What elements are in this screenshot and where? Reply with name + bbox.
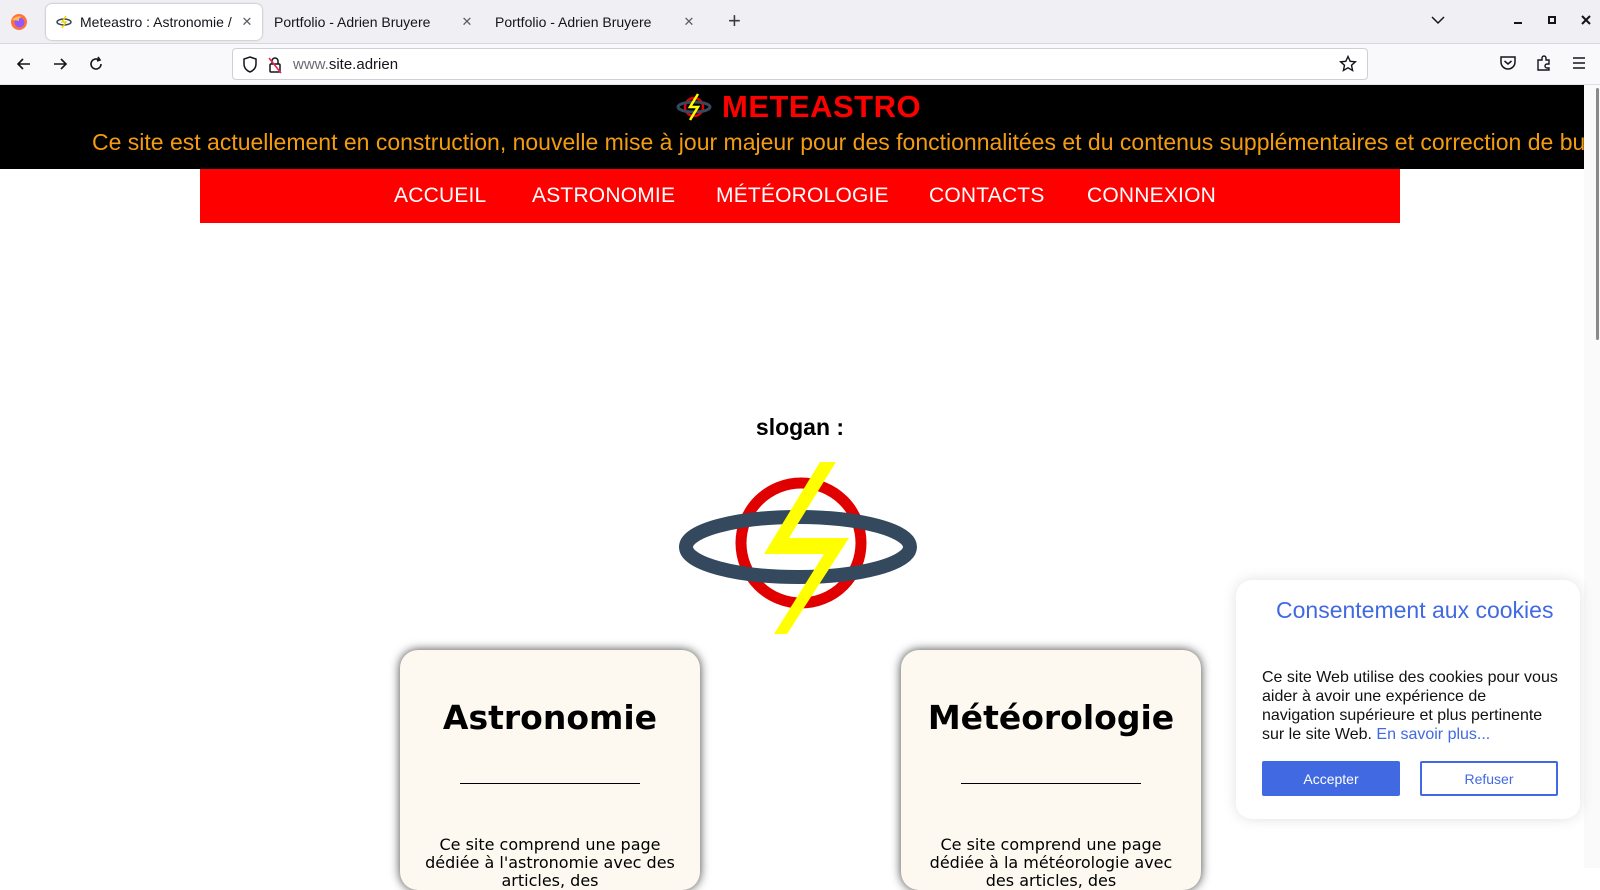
card-divider	[961, 783, 1141, 784]
url-text: www.site.adrien	[293, 56, 399, 73]
tab-meteastro[interactable]: Meteastro : Astronomie / Météorologie ✕	[46, 4, 262, 40]
close-icon[interactable]: ✕	[682, 14, 696, 30]
learn-more-link[interactable]: En savoir plus...	[1376, 726, 1490, 743]
plus-icon[interactable]: +	[728, 10, 741, 32]
tab-portfolio-2[interactable]: Portfolio - Adrien Bruyere ✕	[488, 4, 700, 40]
shield-icon[interactable]	[242, 56, 258, 74]
scrollbar-thumb[interactable]	[1596, 88, 1599, 340]
card-text: Ce site comprend une page dédiée à l'ast…	[425, 835, 675, 890]
menu-icon[interactable]	[1570, 54, 1588, 72]
refuse-button[interactable]: Refuser	[1420, 761, 1558, 796]
url-bar[interactable]: www.site.adrien	[232, 48, 1368, 80]
star-icon[interactable]	[1339, 55, 1357, 73]
pocket-icon[interactable]	[1499, 54, 1517, 72]
meteastro-big-logo	[679, 462, 917, 634]
brand-name: METEASTRO	[722, 89, 922, 124]
lock-warning-icon[interactable]	[267, 56, 283, 74]
nav-item-accueil[interactable]: ACCUEIL	[394, 184, 486, 208]
chevron-down-icon[interactable]	[1430, 12, 1446, 28]
brand[interactable]: METEASTRO	[676, 89, 921, 125]
announcement-marquee: Ce site est actuellement en construction…	[92, 129, 1600, 155]
card-astronomie[interactable]: Astronomie Ce site comprend une page déd…	[400, 650, 700, 890]
nav-item-contacts[interactable]: CONTACTS	[929, 184, 1045, 208]
card-meteorologie[interactable]: Météorologie Ce site comprend une page d…	[901, 650, 1201, 890]
extensions-icon[interactable]	[1535, 54, 1553, 72]
maximize-icon[interactable]	[1546, 14, 1558, 29]
forward-icon[interactable]	[50, 54, 70, 74]
tab-label: Portfolio - Adrien Bruyere	[274, 14, 431, 30]
accept-button[interactable]: Accepter	[1262, 761, 1400, 796]
browser-tab-bar: Meteastro : Astronomie / Météorologie ✕ …	[0, 0, 1600, 44]
cookie-message: Ce site Web utilise des cookies pour vou…	[1262, 669, 1558, 743]
cookie-title: Consentement aux cookies	[1276, 597, 1554, 623]
card-text: Ce site comprend une page dédiée à la mé…	[929, 835, 1173, 890]
meteastro-logo-icon	[676, 93, 712, 121]
nav-item-connexion[interactable]: CONNEXION	[1087, 184, 1216, 208]
close-icon[interactable]: ✕	[460, 14, 474, 30]
firefox-icon[interactable]	[10, 13, 28, 31]
cookie-consent-popup: Consentement aux cookies Ce site Web uti…	[1236, 580, 1580, 819]
reload-icon[interactable]	[86, 54, 106, 74]
tab-label: Meteastro : Astronomie / Météorologie	[80, 14, 234, 30]
window-close-icon[interactable]	[1580, 14, 1592, 29]
browser-toolbar: www.site.adrien	[0, 44, 1600, 85]
back-icon[interactable]	[14, 54, 34, 74]
close-icon[interactable]: ✕	[240, 14, 254, 30]
minimize-icon[interactable]	[1512, 14, 1524, 29]
tab-label: Portfolio - Adrien Bruyere	[495, 14, 652, 30]
site-header: METEASTRO Ce site est actuellement en co…	[0, 85, 1600, 169]
slogan: slogan :	[755, 414, 845, 440]
tab-portfolio-1[interactable]: Portfolio - Adrien Bruyere ✕	[266, 4, 478, 40]
main-nav: ACCUEIL ASTRONOMIE MÉTÉOROLOGIE CONTACTS…	[200, 169, 1400, 223]
nav-item-astronomie[interactable]: ASTRONOMIE	[532, 184, 675, 208]
card-title: Astronomie	[442, 698, 658, 737]
nav-item-meteorologie[interactable]: MÉTÉOROLOGIE	[716, 184, 889, 208]
card-title: Météorologie	[927, 698, 1175, 737]
meteastro-favicon-icon	[56, 15, 72, 29]
card-divider	[460, 783, 640, 784]
